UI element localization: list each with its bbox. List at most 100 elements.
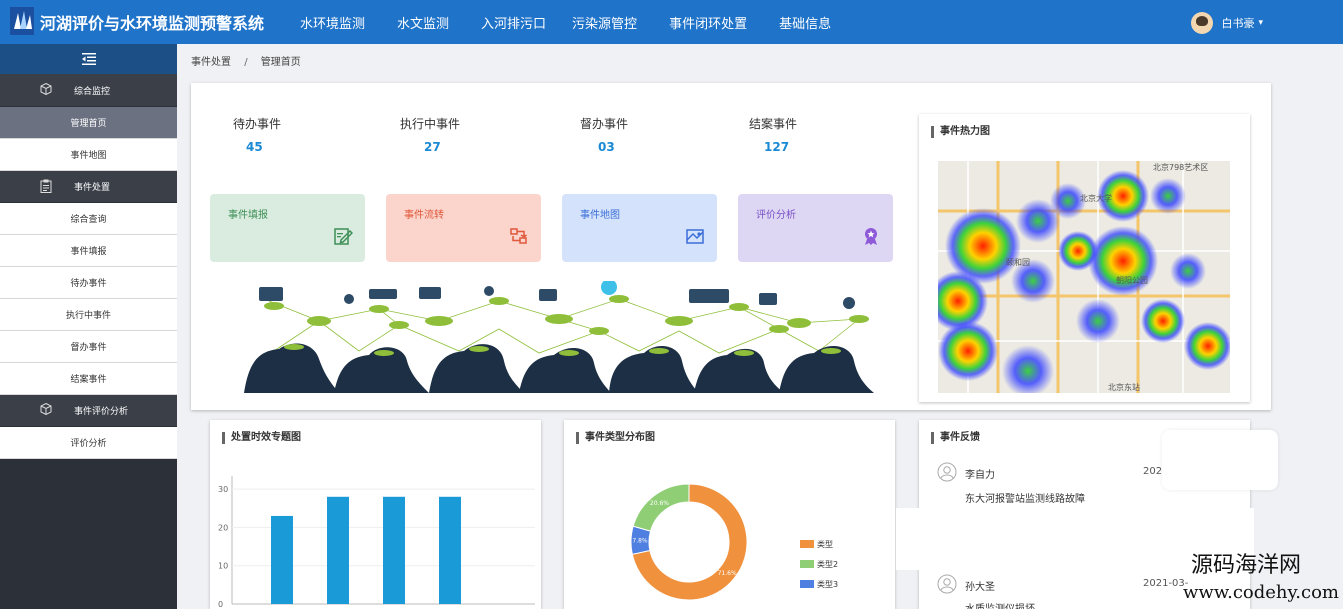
nav-item-water-env[interactable]: 水环境监测 bbox=[300, 0, 365, 44]
stat-todo[interactable]: 待办事件 45 bbox=[233, 115, 281, 154]
stat-label: 待办事件 bbox=[233, 117, 282, 131]
network-illustration bbox=[244, 281, 874, 393]
donut-slice[interactable] bbox=[632, 483, 690, 532]
stat-closed[interactable]: 结案事件 127 bbox=[749, 115, 797, 154]
user-icon bbox=[937, 462, 957, 482]
donut-chart: 71.6% 7.8% 20.6% 类型类型2 类型3 bbox=[630, 483, 838, 601]
sidebar-item-event-map[interactable]: 事件地图 bbox=[0, 139, 177, 171]
sidebar-item-report[interactable]: 事件填报 bbox=[0, 235, 177, 267]
nav-item-event-loop[interactable]: 事件闭环处置 bbox=[669, 0, 747, 44]
bar[interactable] bbox=[271, 515, 293, 604]
clipboard-icon bbox=[40, 179, 52, 193]
map-label: 北京东站 bbox=[1108, 382, 1140, 392]
stat-label: 执行中事件 bbox=[400, 117, 461, 131]
sidebar-item-supervised[interactable]: 督办事件 bbox=[0, 331, 177, 363]
user-menu[interactable]: 白书豪 ▾ bbox=[1191, 12, 1263, 34]
map-icon bbox=[686, 229, 704, 244]
card-title: 处置时效专题图 bbox=[222, 432, 301, 444]
stat-supervised[interactable]: 督办事件 03 bbox=[580, 115, 628, 154]
breadcrumb-parent[interactable]: 事件处置 bbox=[191, 57, 231, 68]
sidebar-group-monitor[interactable]: 综合监控 bbox=[0, 75, 177, 107]
feedback-text: 水质监测仪损坏 bbox=[965, 600, 1035, 609]
slice-label: 20.6% bbox=[650, 500, 669, 507]
chevron-down-icon: ▾ bbox=[1258, 18, 1263, 28]
sidebar-item-query[interactable]: 综合查询 bbox=[0, 203, 177, 235]
watermark-url: www.codehy.com bbox=[1183, 582, 1339, 603]
breadcrumb: 事件处置 / 管理首页 bbox=[191, 53, 301, 68]
sidebar-toggle[interactable] bbox=[0, 44, 177, 75]
sidebar-item-in-progress[interactable]: 执行中事件 bbox=[0, 299, 177, 331]
bar[interactable] bbox=[327, 496, 349, 604]
map-label: 朝阳公园 bbox=[1116, 276, 1148, 285]
slice-label: 7.8% bbox=[632, 537, 648, 544]
timeliness-card: 处置时效专题图 0 10 20 30 bbox=[210, 420, 541, 609]
cube-icon bbox=[40, 403, 52, 415]
y-tick-label: 10 bbox=[218, 562, 228, 571]
slice-label: 71.6% bbox=[718, 570, 737, 577]
flow-icon bbox=[510, 228, 527, 244]
medal-icon bbox=[865, 228, 877, 245]
sidebar: 综合监控 管理首页 事件地图 事件处置 综合查询 事件填报 待办事件 执行中事件… bbox=[0, 44, 177, 609]
y-tick-label: 30 bbox=[218, 485, 228, 494]
cube-icon bbox=[40, 83, 52, 95]
stat-label: 结案事件 bbox=[749, 117, 798, 131]
heatmap-card: 事件热力图 北京798艺术区 北京大学 颐和园 朝阳公园 北京东站 bbox=[919, 114, 1250, 402]
feedback-text: 东大河报警站监测线路故障 bbox=[965, 494, 1085, 505]
watermark-title: 源码海洋网 bbox=[1190, 553, 1301, 578]
sidebar-item-eval-analysis[interactable]: 评价分析 bbox=[0, 427, 177, 459]
bar-chart: 0 10 20 30 bbox=[218, 476, 535, 609]
menu-collapse-icon bbox=[81, 53, 96, 65]
nav-item-hydrology[interactable]: 水文监测 bbox=[397, 0, 449, 44]
sidebar-group-disposal[interactable]: 事件处置 bbox=[0, 171, 177, 203]
tile-event-map[interactable]: 事件地图 bbox=[562, 194, 717, 262]
feedback-name: 李自力 bbox=[965, 470, 995, 481]
user-icon bbox=[937, 574, 957, 594]
edit-icon bbox=[334, 228, 353, 245]
card-title: 事件热力图 bbox=[931, 126, 990, 138]
legend-swatch bbox=[800, 540, 814, 548]
tile-label: 评价分析 bbox=[756, 210, 796, 221]
logo-icon bbox=[10, 7, 34, 35]
sidebar-item-todo[interactable]: 待办事件 bbox=[0, 267, 177, 299]
stat-in-progress[interactable]: 执行中事件 27 bbox=[400, 115, 460, 154]
nav-item-basic-info[interactable]: 基础信息 bbox=[779, 0, 831, 44]
bar[interactable] bbox=[439, 496, 461, 604]
map-label: 颐和园 bbox=[1006, 258, 1030, 267]
sidebar-group-label: 事件评价分析 bbox=[74, 407, 129, 417]
tile-label: 事件流转 bbox=[404, 210, 444, 221]
top-bar: 河湖评价与水环境监测预警系统 水环境监测 水文监测 入河排污口 污染源管控 事件… bbox=[0, 0, 1343, 44]
tile-label: 事件地图 bbox=[580, 210, 620, 221]
sidebar-item-closed[interactable]: 结案事件 bbox=[0, 363, 177, 395]
bar[interactable] bbox=[383, 496, 405, 604]
tile-event-report[interactable]: 事件填报 bbox=[210, 194, 365, 262]
nav-item-outfall[interactable]: 入河排污口 bbox=[481, 0, 546, 44]
legend-label: 类型2 bbox=[817, 559, 838, 569]
nav-item-pollution-source[interactable]: 污染源管控 bbox=[572, 0, 637, 44]
legend-label: 类型3 bbox=[817, 579, 838, 589]
tile-evaluation[interactable]: 评价分析 bbox=[738, 194, 893, 262]
main-nav: 水环境监测 水文监测 入河排污口 污染源管控 事件闭环处置 基础信息 bbox=[300, 0, 863, 44]
y-tick-label: 0 bbox=[218, 600, 223, 609]
tile-event-flow[interactable]: 事件流转 bbox=[386, 194, 541, 262]
map-label: 北京大学 bbox=[1080, 193, 1112, 203]
floating-popup bbox=[1162, 430, 1278, 490]
feedback-name: 孙大圣 bbox=[965, 582, 995, 593]
legend-label: 类型 bbox=[817, 539, 833, 549]
sidebar-item-home[interactable]: 管理首页 bbox=[0, 107, 177, 139]
feedback-date: 2021-03- bbox=[1143, 578, 1189, 589]
type-distribution-card: 事件类型分布图 71.6% 7.8% 20.6% 类型类型2 类型3 bbox=[564, 420, 895, 609]
heatmap-map[interactable]: 北京798艺术区 北京大学 颐和园 朝阳公园 北京东站 bbox=[938, 161, 1230, 393]
breadcrumb-separator: / bbox=[244, 57, 248, 68]
sidebar-group-evaluation[interactable]: 事件评价分析 bbox=[0, 395, 177, 427]
app-title: 河湖评价与水环境监测预警系统 bbox=[40, 14, 265, 33]
sidebar-group-label: 事件处置 bbox=[74, 183, 111, 193]
stat-value: 45 bbox=[246, 140, 263, 154]
y-tick-label: 20 bbox=[218, 523, 228, 532]
stat-value: 03 bbox=[598, 140, 615, 154]
feedback-date: 202 bbox=[1143, 466, 1163, 477]
stat-value: 27 bbox=[424, 140, 441, 154]
sidebar-group-label: 综合监控 bbox=[74, 87, 111, 97]
card-title: 事件类型分布图 bbox=[576, 432, 655, 444]
stat-value: 127 bbox=[764, 140, 790, 154]
legend-swatch bbox=[800, 560, 814, 568]
